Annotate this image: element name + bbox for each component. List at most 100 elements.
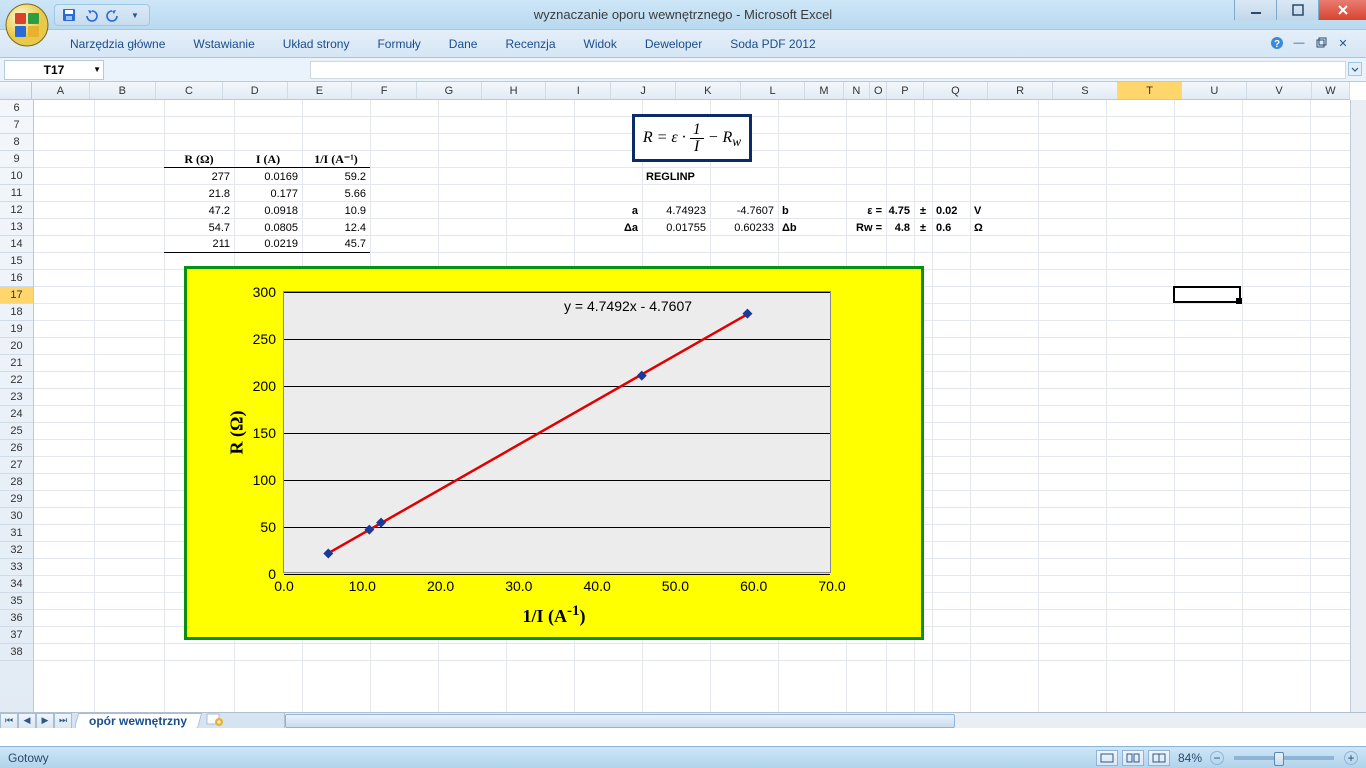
row-header-14[interactable]: 14 [0,236,33,253]
row-header-22[interactable]: 22 [0,372,33,389]
cell-E9[interactable]: 1/I (A⁻¹) [302,151,370,168]
cell-K13[interactable]: 0.60233 [710,219,778,236]
sheet-last-icon[interactable]: ⏭ [54,713,72,729]
sheet-next-icon[interactable]: ▶ [36,713,54,729]
tab-insert[interactable]: Wstawianie [181,33,266,57]
page-break-view-icon[interactable] [1148,750,1170,766]
sheet-prev-icon[interactable]: ◀ [18,713,36,729]
vertical-scrollbar[interactable] [1350,100,1366,712]
col-header-U[interactable]: U [1182,82,1247,99]
undo-icon[interactable] [83,7,99,23]
zoom-slider[interactable] [1234,756,1334,760]
col-header-W[interactable]: W [1312,82,1350,99]
spreadsheet-grid[interactable]: ABCDEFGHIJKLMNOPQRSTUVW 6789101112131415… [0,82,1366,728]
name-box[interactable]: T17▼ [4,60,104,80]
chart[interactable]: 0501001502002503000.010.020.030.040.050.… [184,266,924,640]
cell-C12[interactable]: 47.2 [164,202,234,219]
cell-D11[interactable]: 0.177 [234,185,302,202]
new-sheet-icon[interactable] [206,712,224,728]
col-header-Q[interactable]: Q [924,82,989,99]
cell-C9[interactable]: R (Ω) [164,151,234,168]
col-header-R[interactable]: R [988,82,1053,99]
cell-C13[interactable]: 54.7 [164,219,234,236]
formula-input[interactable] [310,61,1346,79]
row-header-24[interactable]: 24 [0,406,33,423]
row-header-34[interactable]: 34 [0,576,33,593]
qat-dropdown-icon[interactable]: ▼ [127,7,143,23]
row-header-29[interactable]: 29 [0,491,33,508]
cell-I12[interactable]: a [574,202,642,219]
cell-D9[interactable]: I (A) [234,151,302,168]
cell-L12[interactable]: b [778,202,846,219]
row-header-30[interactable]: 30 [0,508,33,525]
col-header-F[interactable]: F [352,82,417,99]
row-header-23[interactable]: 23 [0,389,33,406]
sheet-tab[interactable]: opór wewnętrzny [74,713,202,729]
row-header-37[interactable]: 37 [0,627,33,644]
namebox-dropdown-icon[interactable]: ▼ [93,65,101,74]
page-layout-view-icon[interactable] [1122,750,1144,766]
row-header-11[interactable]: 11 [0,185,33,202]
col-header-A[interactable]: A [32,82,89,99]
cell-M13[interactable]: Rw = [846,219,886,236]
col-header-P[interactable]: P [887,82,923,99]
tab-sodapdf[interactable]: Soda PDF 2012 [718,33,827,57]
cell-D10[interactable]: 0.0169 [234,168,302,185]
row-header-19[interactable]: 19 [0,321,33,338]
row-header-35[interactable]: 35 [0,593,33,610]
cell-E14[interactable]: 45.7 [302,236,370,253]
row-header-38[interactable]: 38 [0,644,33,661]
zoom-out-icon[interactable]: − [1210,751,1224,765]
row-header-10[interactable]: 10 [0,168,33,185]
col-header-C[interactable]: C [156,82,223,99]
col-header-V[interactable]: V [1247,82,1312,99]
cell-P12[interactable]: 0.02 [932,202,970,219]
row-header-32[interactable]: 32 [0,542,33,559]
tab-data[interactable]: Dane [437,33,490,57]
cell-N12[interactable]: 4.75 [886,202,914,219]
tab-review[interactable]: Recenzja [493,33,567,57]
help-icon[interactable]: ? [1270,36,1284,50]
cell-P13[interactable]: 0.6 [932,219,970,236]
row-header-26[interactable]: 26 [0,440,33,457]
cell-C14[interactable]: 211 [164,236,234,253]
row-header-28[interactable]: 28 [0,474,33,491]
row-header-31[interactable]: 31 [0,525,33,542]
row-header-36[interactable]: 36 [0,610,33,627]
row-header-9[interactable]: 9 [0,151,33,168]
cell-C10[interactable]: 277 [164,168,234,185]
cell-E12[interactable]: 10.9 [302,202,370,219]
cell-O13[interactable]: ± [914,219,932,236]
cell-D13[interactable]: 0.0805 [234,219,302,236]
cell-J10[interactable]: REGLINP [642,168,710,185]
cell-Q13[interactable]: Ω [970,219,990,236]
cell-C11[interactable]: 21.8 [164,185,234,202]
row-header-21[interactable]: 21 [0,355,33,372]
doc-close-icon[interactable]: ✕ [1336,36,1350,50]
cell-K12[interactable]: -4.7607 [710,202,778,219]
doc-restore-icon[interactable] [1314,36,1328,50]
cell-M12[interactable]: ε = [846,202,886,219]
col-header-I[interactable]: I [546,82,611,99]
cell-J12[interactable]: 4.74923 [642,202,710,219]
cell-J13[interactable]: 0.01755 [642,219,710,236]
row-header-13[interactable]: 13 [0,219,33,236]
cell-I13[interactable]: Δa [574,219,642,236]
close-button[interactable] [1318,0,1366,20]
cell-D14[interactable]: 0.0219 [234,236,302,253]
save-icon[interactable] [61,7,77,23]
office-button[interactable] [4,2,50,48]
cell-Q12[interactable]: V [970,202,990,219]
row-header-33[interactable]: 33 [0,559,33,576]
tab-developer[interactable]: Deweloper [633,33,714,57]
tab-pagelayout[interactable]: Układ strony [271,33,362,57]
cell-N13[interactable]: 4.8 [886,219,914,236]
col-header-S[interactable]: S [1053,82,1118,99]
col-header-D[interactable]: D [223,82,288,99]
formula-expand-icon[interactable] [1348,62,1362,76]
col-header-H[interactable]: H [482,82,547,99]
col-header-G[interactable]: G [417,82,482,99]
row-header-20[interactable]: 20 [0,338,33,355]
col-header-L[interactable]: L [741,82,806,99]
redo-icon[interactable] [105,7,121,23]
